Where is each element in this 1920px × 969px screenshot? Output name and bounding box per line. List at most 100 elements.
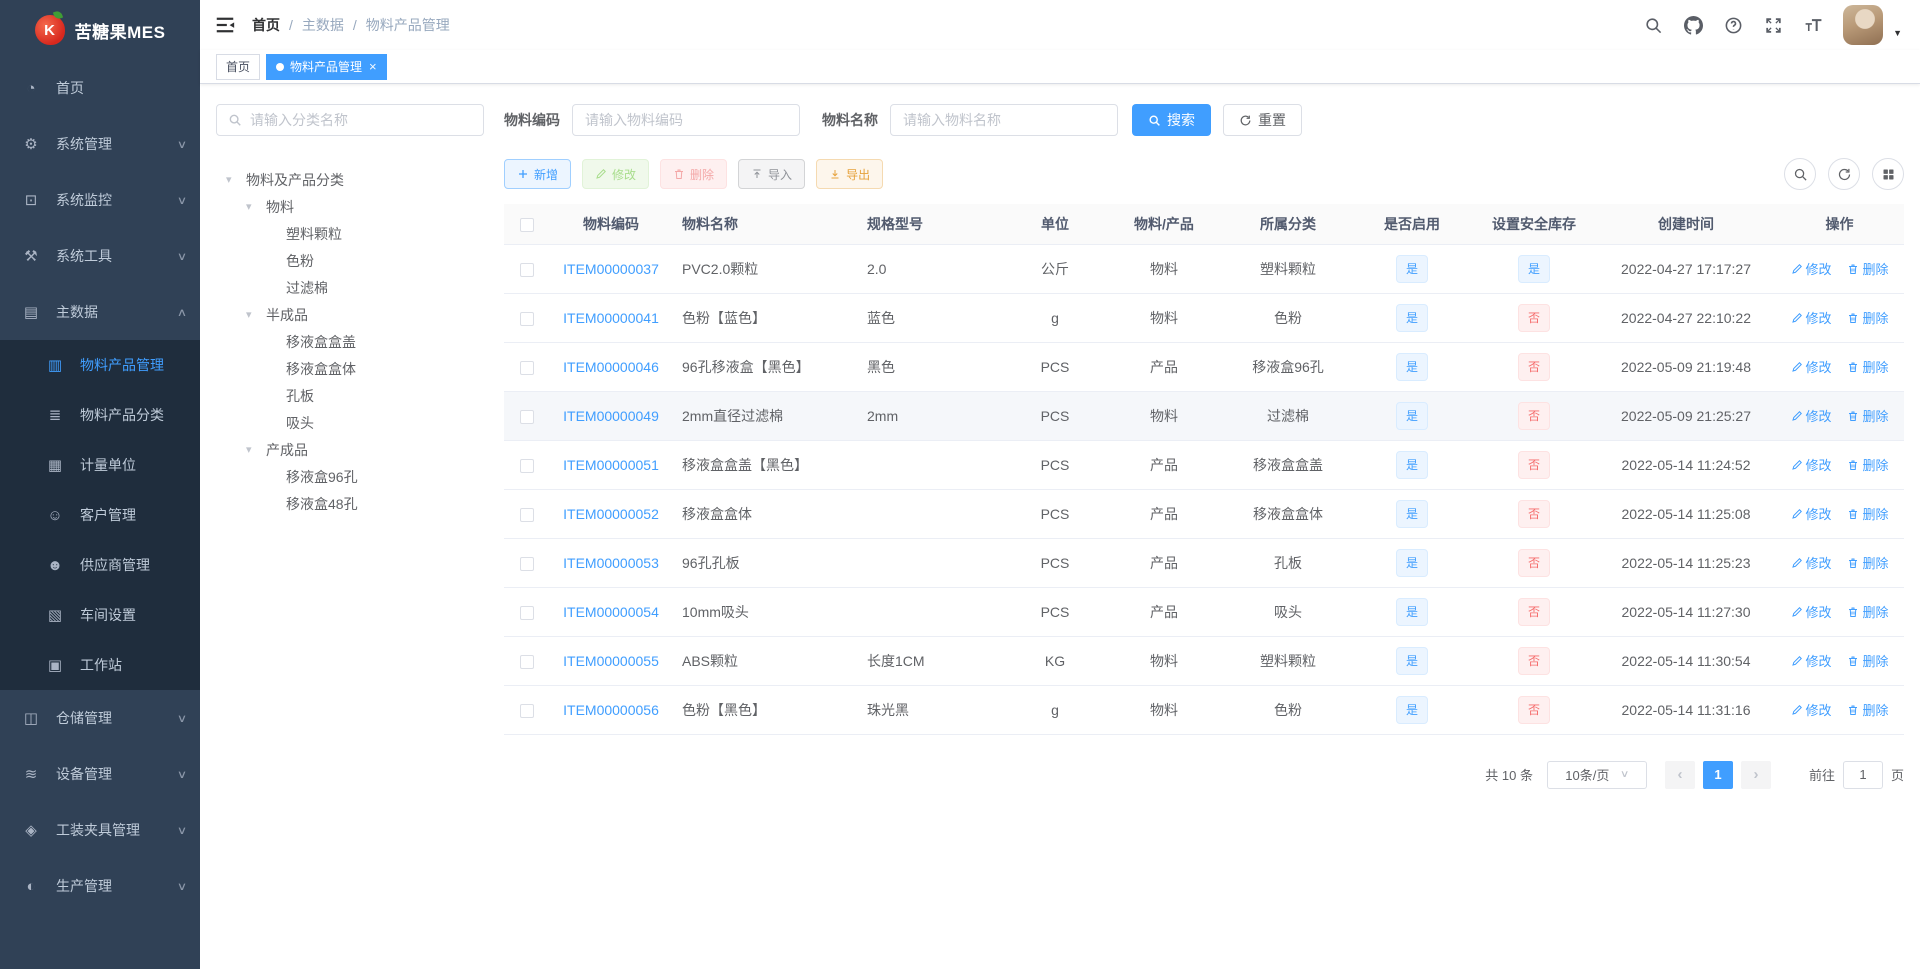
page-1-button[interactable]: 1 <box>1702 760 1733 789</box>
row-delete-link[interactable]: 删除 <box>1847 504 1888 523</box>
search-button[interactable]: 搜索 <box>1132 104 1211 136</box>
row-edit-link[interactable]: 修改 <box>1791 700 1832 719</box>
tree-search-input[interactable] <box>250 112 472 128</box>
edit-button[interactable]: 修改 <box>582 159 650 189</box>
sidebar-menu-item[interactable]: ⚙ 系统管理 ∨ <box>0 116 200 172</box>
code-filter-input[interactable] <box>572 104 800 136</box>
sidebar-menu-item[interactable]: ◔ 首页 <box>0 60 200 116</box>
help-icon[interactable] <box>1723 15 1743 35</box>
tree-node[interactable]: 孔板 <box>216 382 484 409</box>
row-delete-link[interactable]: 删除 <box>1847 651 1888 670</box>
tree-node[interactable]: 过滤棉 <box>216 274 484 301</box>
tree-node[interactable]: 移液盒盒体 <box>216 355 484 382</box>
tree-node[interactable]: 塑料颗粒 <box>216 220 484 247</box>
row-edit-link[interactable]: 修改 <box>1791 259 1832 278</box>
column-settings-icon[interactable] <box>1872 158 1904 190</box>
tree-node[interactable]: 产成品 <box>216 436 484 463</box>
row-edit-link[interactable]: 修改 <box>1791 504 1832 523</box>
row-edit-link[interactable]: 修改 <box>1791 455 1832 474</box>
row-checkbox[interactable] <box>520 458 534 473</box>
row-edit-link[interactable]: 修改 <box>1791 406 1832 425</box>
row-delete-link[interactable]: 删除 <box>1847 455 1888 474</box>
fullscreen-icon[interactable] <box>1763 15 1783 35</box>
breadcrumb-home[interactable]: 首页 <box>252 15 280 35</box>
tree-node[interactable]: 半成品 <box>216 301 484 328</box>
sidebar-menu-item[interactable]: ≋ 设备管理 ∨ <box>0 746 200 802</box>
avatar[interactable] <box>1843 5 1884 45</box>
sidebar-submenu-item[interactable]: ≣ 物料产品分类 <box>0 390 200 440</box>
prev-page-button[interactable]: ‹ <box>1664 760 1695 789</box>
row-checkbox[interactable] <box>520 409 534 424</box>
row-checkbox[interactable] <box>520 556 534 571</box>
import-button[interactable]: 导入 <box>738 159 806 189</box>
tab-home[interactable]: 首页 <box>216 53 261 80</box>
item-code-link[interactable]: ITEM00000037 <box>563 261 659 277</box>
name-filter-input[interactable] <box>890 104 1118 136</box>
table-refresh-icon[interactable] <box>1828 158 1860 190</box>
row-delete-link[interactable]: 删除 <box>1847 553 1888 572</box>
row-edit-link[interactable]: 修改 <box>1791 553 1832 572</box>
sidebar-menu-item[interactable]: ⚒ 系统工具 ∨ <box>0 228 200 284</box>
caret-down-icon[interactable] <box>226 173 246 186</box>
tree-node[interactable]: 物料 <box>216 193 484 220</box>
row-checkbox[interactable] <box>520 360 534 375</box>
item-code-link[interactable]: ITEM00000046 <box>563 359 659 375</box>
tree-node[interactable]: 移液盒96孔 <box>216 463 484 490</box>
item-code-link[interactable]: ITEM00000053 <box>563 555 659 571</box>
row-edit-link[interactable]: 修改 <box>1791 308 1832 327</box>
tree-node[interactable]: 物料及产品分类 <box>216 166 484 193</box>
row-checkbox[interactable] <box>520 703 534 718</box>
row-checkbox[interactable] <box>520 507 534 522</box>
sidebar-menu-item[interactable]: ◫ 仓储管理 ∨ <box>0 690 200 746</box>
row-edit-link[interactable]: 修改 <box>1791 651 1832 670</box>
item-code-link[interactable]: ITEM00000056 <box>563 702 659 718</box>
row-delete-link[interactable]: 删除 <box>1847 357 1888 376</box>
tree-node[interactable]: 色粉 <box>216 247 484 274</box>
caret-down-icon[interactable]: ▼ <box>1893 28 1902 38</box>
select-all-checkbox[interactable] <box>520 217 534 232</box>
row-delete-link[interactable]: 删除 <box>1847 700 1888 719</box>
goto-page-input[interactable] <box>1842 760 1883 789</box>
page-size-select[interactable]: 10条/页 ∨ <box>1546 760 1647 789</box>
reset-button[interactable]: 重置 <box>1223 104 1302 136</box>
row-delete-link[interactable]: 删除 <box>1847 308 1888 327</box>
sidebar-submenu-item[interactable]: ▣ 工作站 <box>0 640 200 690</box>
app-logo[interactable]: K 苦糖果MES <box>0 0 200 60</box>
delete-button[interactable]: 删除 <box>660 159 728 189</box>
row-edit-link[interactable]: 修改 <box>1791 357 1832 376</box>
tree-node[interactable]: 移液盒48孔 <box>216 490 484 517</box>
sidebar-submenu-item[interactable]: ▧ 车间设置 <box>0 590 200 640</box>
sidebar-menu-item[interactable]: ◈ 工装夹具管理 ∨ <box>0 802 200 858</box>
font-size-icon[interactable] <box>1803 15 1823 35</box>
hamburger-icon[interactable] <box>214 14 236 36</box>
row-checkbox[interactable] <box>520 311 534 326</box>
caret-down-icon[interactable] <box>246 443 266 456</box>
sidebar-menu-item[interactable]: ⊡ 系统监控 ∨ <box>0 172 200 228</box>
item-code-link[interactable]: ITEM00000052 <box>563 506 659 522</box>
github-icon[interactable] <box>1683 15 1703 35</box>
next-page-button[interactable]: › <box>1740 760 1771 789</box>
caret-down-icon[interactable] <box>246 200 266 213</box>
item-code-link[interactable]: ITEM00000054 <box>563 604 659 620</box>
search-icon[interactable] <box>1643 15 1663 35</box>
item-code-link[interactable]: ITEM00000041 <box>563 310 659 326</box>
row-delete-link[interactable]: 删除 <box>1847 406 1888 425</box>
row-checkbox[interactable] <box>520 605 534 620</box>
item-code-link[interactable]: ITEM00000051 <box>563 457 659 473</box>
close-icon[interactable]: × <box>369 60 377 73</box>
item-code-link[interactable]: ITEM00000049 <box>563 408 659 424</box>
add-button[interactable]: 新增 <box>504 159 572 189</box>
row-delete-link[interactable]: 删除 <box>1847 259 1888 278</box>
sidebar-submenu-item[interactable]: ▦ 计量单位 <box>0 440 200 490</box>
tab-material-management[interactable]: 物料产品管理 × <box>266 53 387 80</box>
row-delete-link[interactable]: 删除 <box>1847 602 1888 621</box>
row-checkbox[interactable] <box>520 654 534 669</box>
item-code-link[interactable]: ITEM00000055 <box>563 653 659 669</box>
sidebar-submenu-item[interactable]: ☺ 客户管理 <box>0 490 200 540</box>
export-button[interactable]: 导出 <box>816 159 884 189</box>
caret-down-icon[interactable] <box>246 308 266 321</box>
sidebar-menu-item[interactable]: ▤ 主数据 ∧ <box>0 284 200 340</box>
row-edit-link[interactable]: 修改 <box>1791 602 1832 621</box>
tree-node[interactable]: 吸头 <box>216 409 484 436</box>
table-search-toggle-icon[interactable] <box>1784 158 1816 190</box>
